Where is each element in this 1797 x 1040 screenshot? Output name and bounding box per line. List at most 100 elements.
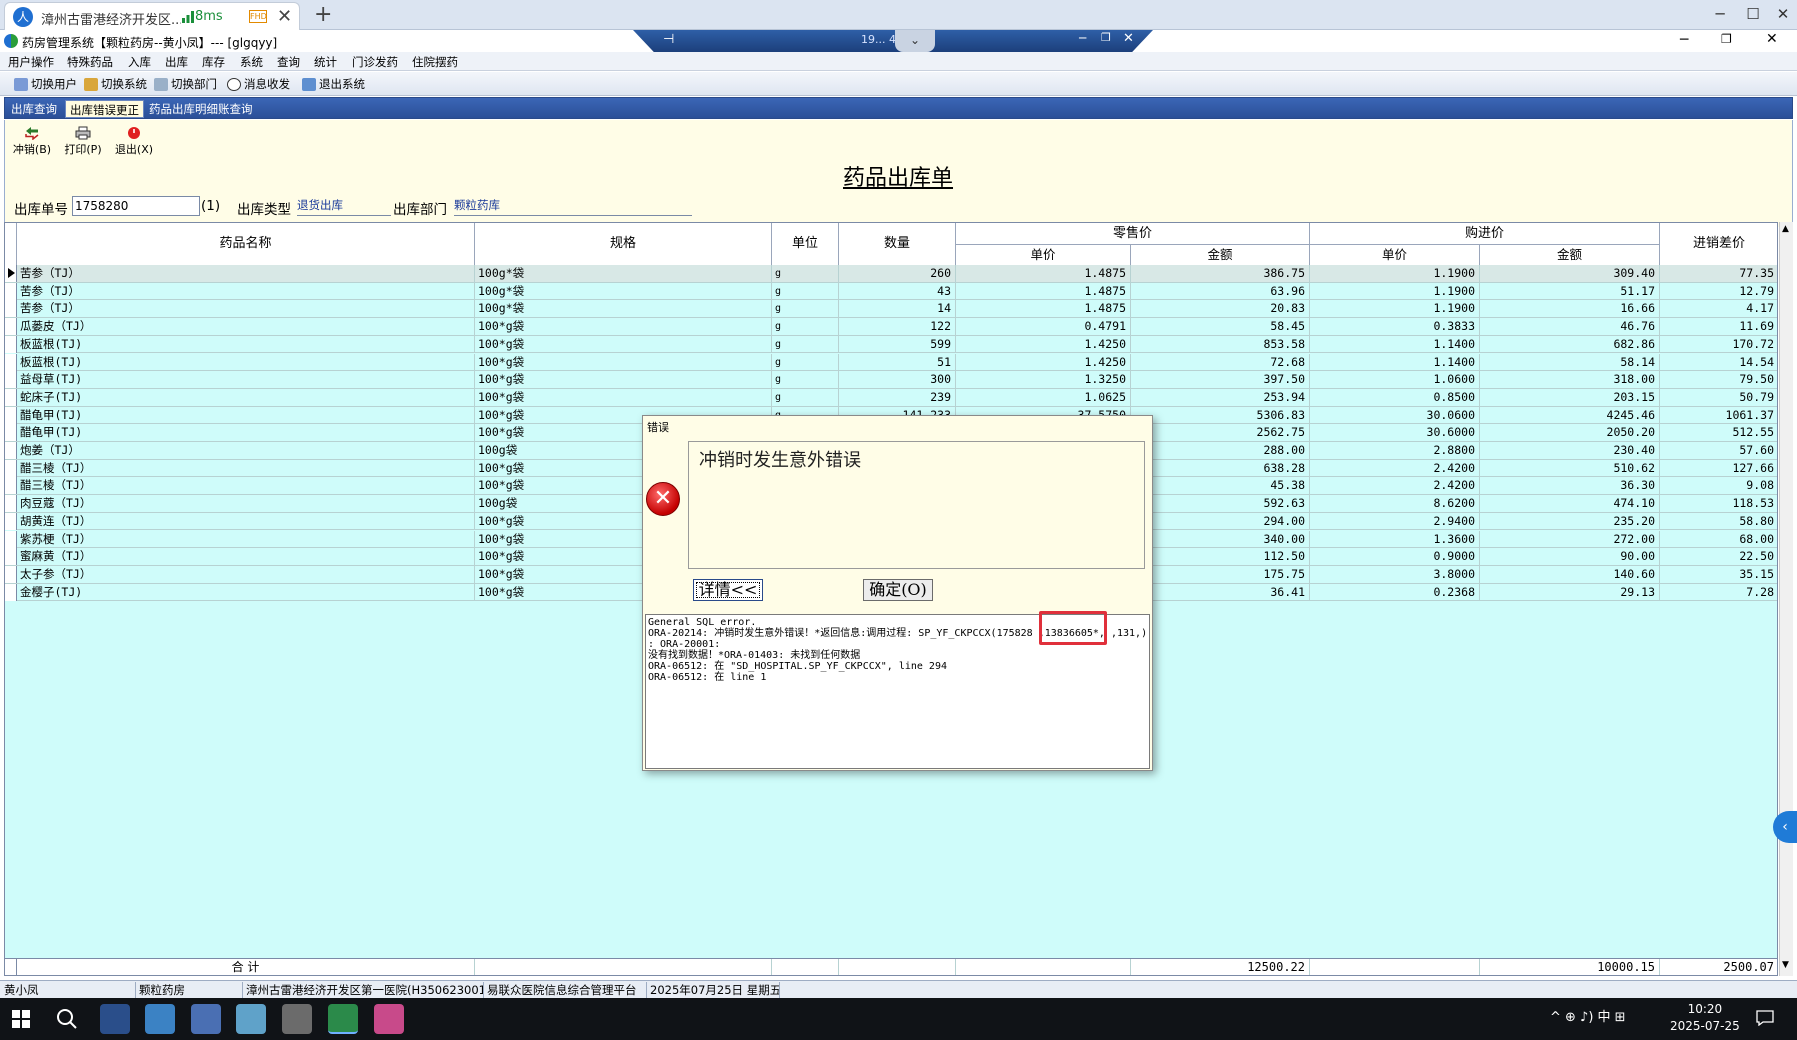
taskbar-app-monitor-icon[interactable] — [100, 1004, 130, 1034]
print-button[interactable]: 打印(P) — [58, 126, 108, 157]
menu-stock[interactable]: 库存 — [202, 54, 225, 70]
switch-system-button[interactable]: 切换系统 — [84, 76, 147, 92]
cell-retail-amount: 288.00 — [1131, 442, 1310, 459]
details-button[interactable]: 详情<< — [693, 579, 763, 601]
table-row[interactable]: 益母草(TJ) 100*g袋 g 300 1.3250 397.50 1.0600 318.0… — [5, 371, 1777, 389]
row-indicator[interactable] — [5, 335, 17, 353]
pin-icon[interactable]: ⊣ — [663, 32, 674, 47]
row-indicator[interactable] — [5, 318, 17, 336]
tab-outbound-correction[interactable]: 出库错误更正 — [65, 100, 144, 118]
table-row[interactable]: 板蓝根(TJ) 100*g袋 g 51 1.4250 72.68 1.1400 58.14 14… — [5, 353, 1777, 372]
browser-maximize-icon[interactable]: ☐ — [1738, 2, 1768, 26]
out-type-label: 出库类型 — [237, 202, 291, 218]
row-indicator[interactable] — [5, 565, 17, 583]
browser-tab[interactable]: 人 漳州古雷港经济开发区... 8ms FHD ✕ — [4, 2, 300, 30]
taskbar-app-winrar-icon[interactable] — [374, 1004, 404, 1034]
row-indicator[interactable] — [5, 530, 17, 548]
table-row[interactable]: 蛇床子(TJ) 100*g袋 g 239 1.0625 253.94 0.8500 203.1… — [5, 388, 1777, 407]
app-restore-icon[interactable]: ❐ — [1721, 32, 1732, 46]
cell-purchase-price: 0.8500 — [1310, 388, 1480, 406]
menu-outpatient[interactable]: 门诊发药 — [352, 54, 398, 70]
row-indicator[interactable] — [5, 265, 17, 282]
cell-purchase-price: 30.6000 — [1310, 424, 1480, 442]
row-indicator[interactable] — [5, 424, 17, 442]
tab-outbound-query[interactable]: 出库查询 — [7, 100, 61, 118]
search-icon[interactable] — [56, 1008, 78, 1030]
close-tab-icon[interactable]: ✕ — [277, 6, 292, 27]
remote-minimize-icon[interactable]: ─ — [1079, 31, 1086, 45]
scroll-up-icon[interactable]: ▲ — [1782, 224, 1789, 234]
switch-dept-button[interactable]: 切换部门 — [154, 76, 217, 92]
table-row[interactable]: 苦参（TJ） 100g*袋 g 14 1.4875 20.83 1.1900 16.66 4.1… — [5, 300, 1777, 319]
switch-user-button[interactable]: 切换用户 — [14, 76, 77, 92]
cell-unit: g — [772, 318, 839, 336]
row-indicator[interactable] — [5, 459, 17, 477]
menu-user-ops[interactable]: 用户操作 — [8, 54, 54, 70]
row-indicator[interactable] — [5, 282, 17, 300]
cell-name: 板蓝根(TJ) — [17, 353, 475, 371]
exit-system-button[interactable]: 退出系统 — [302, 76, 365, 92]
table-row[interactable]: 板蓝根(TJ) 100*g袋 g 599 1.4250 853.58 1.1400 682.8… — [5, 335, 1777, 354]
taskbar-app-notepad-icon[interactable] — [236, 1004, 266, 1034]
menu-inpatient[interactable]: 住院摆药 — [412, 54, 458, 70]
app-close-icon[interactable]: ✕ — [1766, 31, 1778, 47]
system-tray[interactable]: ^ ⊕ ♪) 中 ⊞ — [1550, 1006, 1626, 1025]
row-indicator[interactable] — [5, 300, 17, 318]
row-indicator[interactable] — [5, 406, 17, 424]
row-indicator[interactable] — [5, 388, 17, 406]
messages-button[interactable]: 消息收发 — [227, 76, 290, 92]
notification-icon[interactable] — [1756, 1010, 1774, 1026]
cell-retail-amount: 397.50 — [1131, 371, 1310, 389]
browser-minimize-icon[interactable]: ─ — [1705, 2, 1735, 26]
clock[interactable]: 10:20 2025-07-25 — [1670, 1001, 1740, 1035]
side-panel-chevron-icon[interactable]: ‹ — [1773, 811, 1797, 843]
row-indicator[interactable] — [5, 495, 17, 513]
table-scrollbar[interactable]: ▲ ▼ — [1779, 222, 1793, 976]
menu-special-drugs[interactable]: 特殊药品 — [67, 54, 113, 70]
new-tab-button[interactable]: + — [314, 2, 332, 27]
browser-close-icon[interactable]: ✕ — [1768, 2, 1797, 26]
scroll-down-icon[interactable]: ▼ — [1782, 960, 1789, 970]
cell-unit: g — [772, 335, 839, 353]
tab-outbound-ledger[interactable]: 药品出库明细账查询 — [145, 100, 257, 118]
row-indicator[interactable] — [5, 512, 17, 530]
ok-button[interactable]: 确定(O) — [863, 579, 933, 601]
remote-close-icon[interactable]: ✕ — [1123, 31, 1134, 46]
cell-qty: 239 — [839, 388, 956, 406]
table-row[interactable]: 苦参（TJ） 100g*袋 g 260 1.4875 386.75 1.1900 309.40… — [5, 265, 1777, 283]
cell-purchase-price: 0.9000 — [1310, 548, 1480, 566]
dialog-message: 冲销时发生意外错误 — [699, 450, 861, 471]
out-type-value[interactable]: 退货出库 — [297, 196, 391, 216]
row-indicator[interactable] — [5, 477, 17, 495]
cell-retail-price: 1.4875 — [956, 282, 1131, 300]
cell-retail-amount: 5306.83 — [1131, 406, 1310, 424]
row-indicator[interactable] — [5, 548, 17, 566]
row-indicator[interactable] — [5, 353, 17, 371]
taskbar-app-sql-icon[interactable] — [145, 1004, 175, 1034]
app-minimize-icon[interactable]: ─ — [1680, 32, 1688, 48]
footer-purchase-total: 10000.15 — [1480, 959, 1660, 975]
menu-inbound[interactable]: 入库 — [128, 54, 151, 70]
reverse-button[interactable]: 冲销(B) — [7, 126, 57, 157]
highlight-annotation — [1039, 611, 1107, 645]
menu-system[interactable]: 系统 — [240, 54, 263, 70]
menu-outbound[interactable]: 出库 — [165, 54, 188, 70]
table-row[interactable]: 苦参（TJ） 100g*袋 g 43 1.4875 63.96 1.1900 51.17 12.… — [5, 282, 1777, 301]
cell-diff: 79.50 — [1660, 371, 1777, 388]
row-indicator[interactable] — [5, 442, 17, 459]
dept-value[interactable]: 颗粒药库 — [454, 196, 692, 216]
row-indicator[interactable] — [5, 371, 17, 389]
cell-purchase-price: 30.0600 — [1310, 406, 1480, 424]
row-indicator[interactable] — [5, 583, 17, 601]
taskbar-app-user-icon[interactable] — [191, 1004, 221, 1034]
chevron-down-icon[interactable]: ⌄ — [895, 30, 935, 52]
remote-restore-icon[interactable]: ❐ — [1101, 31, 1111, 44]
taskbar-app-pharmacy-icon[interactable] — [328, 1004, 358, 1034]
taskbar-app-compass-icon[interactable] — [282, 1004, 312, 1034]
out-no-input[interactable]: 1758280 — [72, 196, 200, 216]
windows-start-icon[interactable] — [12, 1010, 30, 1028]
exit-form-button[interactable]: 退出(X) — [109, 126, 159, 157]
menu-stats[interactable]: 统计 — [314, 54, 337, 70]
table-row[interactable]: 瓜蒌皮（TJ） 100*g袋 g 122 0.4791 58.45 0.3833 46.76 1… — [5, 318, 1777, 336]
menu-query[interactable]: 查询 — [277, 54, 300, 70]
